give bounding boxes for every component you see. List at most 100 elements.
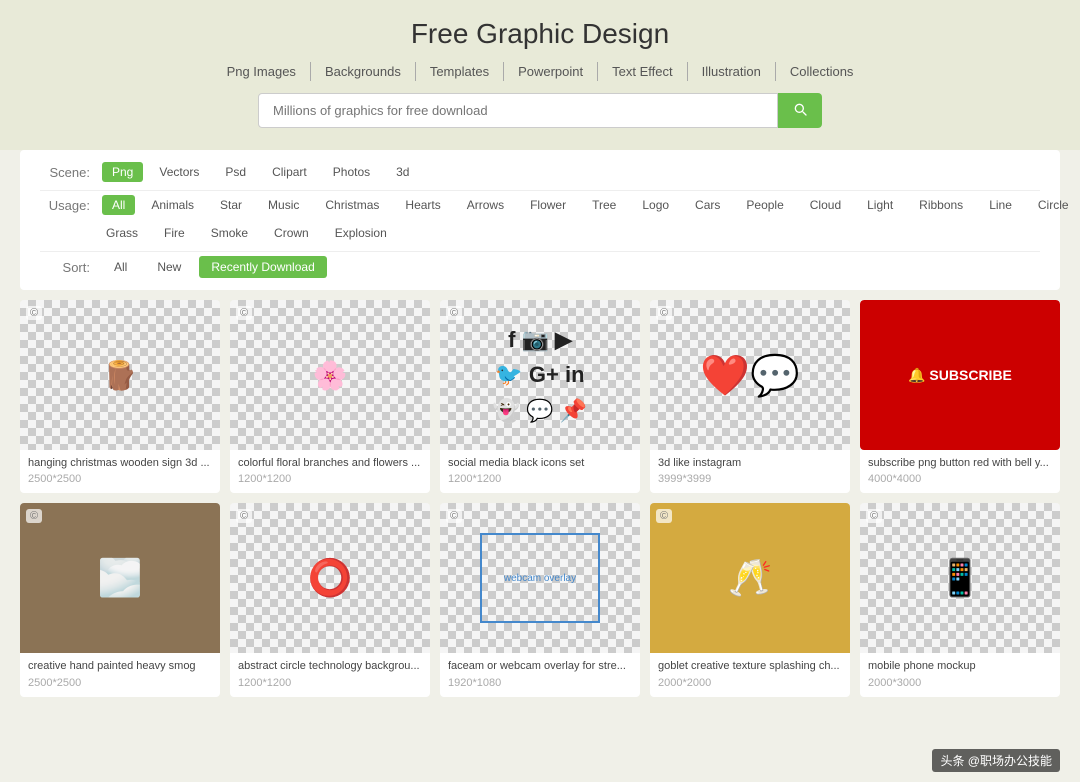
grid-item-4[interactable]: © 🔔 SUBSCRIBE subscribe png button red w… bbox=[860, 300, 1060, 493]
usage-people[interactable]: People bbox=[736, 195, 793, 215]
search-icon bbox=[792, 101, 808, 117]
item-size-0: 2500*2500 bbox=[28, 473, 212, 485]
item-title-5: creative hand painted heavy smog bbox=[28, 659, 212, 673]
grid-item-1[interactable]: © 🌸 colorful floral branches and flowers… bbox=[230, 300, 430, 493]
image-wrapper-6: © ⭕ bbox=[230, 503, 430, 653]
nav-backgrounds[interactable]: Backgrounds bbox=[311, 62, 416, 81]
item-size-8: 2000*2000 bbox=[658, 677, 842, 689]
item-size-9: 2000*3000 bbox=[868, 677, 1052, 689]
image-placeholder-9: 📱 bbox=[860, 503, 1060, 653]
image-placeholder-1: 🌸 bbox=[230, 300, 430, 450]
header: Free Graphic Design Png Images Backgroun… bbox=[0, 0, 1080, 150]
usage-hearts[interactable]: Hearts bbox=[395, 195, 450, 215]
image-placeholder-5: 🌫️ bbox=[20, 503, 220, 653]
usage-light[interactable]: Light bbox=[857, 195, 903, 215]
item-size-6: 1200*1200 bbox=[238, 677, 422, 689]
nav-text-effect[interactable]: Text Effect bbox=[598, 62, 687, 81]
search-button[interactable] bbox=[778, 93, 822, 128]
usage-cars[interactable]: Cars bbox=[685, 195, 730, 215]
nav-templates[interactable]: Templates bbox=[416, 62, 504, 81]
image-placeholder-7: webcam overlay bbox=[480, 533, 600, 623]
usage-crown[interactable]: Crown bbox=[264, 223, 319, 243]
item-title-6: abstract circle technology backgrou... bbox=[238, 659, 422, 673]
scene-png[interactable]: Png bbox=[102, 162, 143, 182]
image-wrapper-7: © webcam overlay bbox=[440, 503, 640, 653]
scene-vectors[interactable]: Vectors bbox=[149, 162, 209, 182]
image-placeholder-8: 🥂 bbox=[650, 503, 850, 653]
item-title-8: goblet creative texture splashing ch... bbox=[658, 659, 842, 673]
nav-collections[interactable]: Collections bbox=[776, 62, 868, 81]
grid-item-2[interactable]: © f 📷 ▶ 🐦 G+ in 👻 💬 📌 social media black… bbox=[440, 300, 640, 493]
grid-item-0[interactable]: © 🪵 hanging christmas wooden sign 3d ...… bbox=[20, 300, 220, 493]
copyright-badge-7: © bbox=[446, 509, 462, 523]
usage-tree[interactable]: Tree bbox=[582, 195, 626, 215]
item-size-1: 1200*1200 bbox=[238, 473, 422, 485]
image-wrapper-4: © 🔔 SUBSCRIBE bbox=[860, 300, 1060, 450]
usage-line[interactable]: Line bbox=[979, 195, 1022, 215]
watermark: 头条 @职场办公技能 bbox=[932, 749, 1060, 772]
page-title: Free Graphic Design bbox=[0, 18, 1080, 50]
sort-recently-download[interactable]: Recently Download bbox=[199, 256, 326, 278]
image-wrapper-8: © 🥂 bbox=[650, 503, 850, 653]
image-placeholder-4: 🔔 SUBSCRIBE bbox=[860, 300, 1060, 450]
usage-animals[interactable]: Animals bbox=[141, 195, 204, 215]
image-wrapper-9: © 📱 bbox=[860, 503, 1060, 653]
grid-item-6[interactable]: © ⭕ abstract circle technology backgrou.… bbox=[230, 503, 430, 696]
item-size-5: 2500*2500 bbox=[28, 677, 212, 689]
image-placeholder-3: ❤️💬 bbox=[650, 300, 850, 450]
usage-circle[interactable]: Circle bbox=[1028, 195, 1079, 215]
item-size-3: 3999*3999 bbox=[658, 473, 842, 485]
usage-christmas[interactable]: Christmas bbox=[315, 195, 389, 215]
usage-cloud[interactable]: Cloud bbox=[800, 195, 851, 215]
usage-music[interactable]: Music bbox=[258, 195, 309, 215]
nav-powerpoint[interactable]: Powerpoint bbox=[504, 62, 598, 81]
image-placeholder-6: ⭕ bbox=[230, 503, 430, 653]
sort-label: Sort: bbox=[40, 260, 90, 275]
item-title-1: colorful floral branches and flowers ... bbox=[238, 456, 422, 470]
image-wrapper-1: © 🌸 bbox=[230, 300, 430, 450]
grid-item-5[interactable]: © 🌫️ creative hand painted heavy smog 25… bbox=[20, 503, 220, 696]
usage-ribbons[interactable]: Ribbons bbox=[909, 195, 973, 215]
usage-label: Usage: bbox=[40, 198, 90, 213]
usage-explosion[interactable]: Explosion bbox=[325, 223, 397, 243]
scene-row: Scene: Png Vectors Psd Clipart Photos 3d bbox=[40, 162, 1040, 182]
usage-logo[interactable]: Logo bbox=[632, 195, 679, 215]
main-nav: Png Images Backgrounds Templates Powerpo… bbox=[0, 62, 1080, 81]
usage-grass[interactable]: Grass bbox=[96, 223, 148, 243]
usage-all[interactable]: All bbox=[102, 195, 135, 215]
item-title-3: 3d like instagram bbox=[658, 456, 842, 470]
nav-png-images[interactable]: Png Images bbox=[213, 62, 311, 81]
search-bar bbox=[0, 93, 1080, 128]
image-wrapper-0: © 🪵 bbox=[20, 300, 220, 450]
item-title-7: faceam or webcam overlay for stre... bbox=[448, 659, 632, 673]
usage-star[interactable]: Star bbox=[210, 195, 252, 215]
item-title-4: subscribe png button red with bell y... bbox=[868, 456, 1052, 470]
divider-1 bbox=[40, 190, 1040, 191]
grid-item-3[interactable]: © ❤️💬 3d like instagram 3999*3999 bbox=[650, 300, 850, 493]
item-size-4: 4000*4000 bbox=[868, 473, 1052, 485]
scene-clipart[interactable]: Clipart bbox=[262, 162, 317, 182]
usage-smoke[interactable]: Smoke bbox=[201, 223, 258, 243]
scene-psd[interactable]: Psd bbox=[215, 162, 256, 182]
grid-item-9[interactable]: © 📱 mobile phone mockup 2000*3000 bbox=[860, 503, 1060, 696]
usage-row-2: Grass Fire Smoke Crown Explosion bbox=[40, 223, 1040, 243]
scene-3d[interactable]: 3d bbox=[386, 162, 419, 182]
image-placeholder-0: 🪵 bbox=[20, 300, 220, 450]
usage-arrows[interactable]: Arrows bbox=[457, 195, 514, 215]
grid-item-8[interactable]: © 🥂 goblet creative texture splashing ch… bbox=[650, 503, 850, 696]
image-grid: © 🪵 hanging christmas wooden sign 3d ...… bbox=[20, 300, 1060, 697]
sort-all[interactable]: All bbox=[102, 256, 139, 278]
item-title-2: social media black icons set bbox=[448, 456, 632, 470]
sort-row: Sort: All New Recently Download bbox=[40, 256, 1040, 278]
nav-illustration[interactable]: Illustration bbox=[688, 62, 776, 81]
search-input[interactable] bbox=[258, 93, 778, 128]
image-wrapper-5: © 🌫️ bbox=[20, 503, 220, 653]
image-wrapper-2: © f 📷 ▶ 🐦 G+ in 👻 💬 📌 bbox=[440, 300, 640, 450]
usage-fire[interactable]: Fire bbox=[154, 223, 195, 243]
scene-photos[interactable]: Photos bbox=[323, 162, 380, 182]
item-size-7: 1920*1080 bbox=[448, 677, 632, 689]
grid-item-7[interactable]: © webcam overlay faceam or webcam overla… bbox=[440, 503, 640, 696]
item-title-0: hanging christmas wooden sign 3d ... bbox=[28, 456, 212, 470]
sort-new[interactable]: New bbox=[145, 256, 193, 278]
usage-flower[interactable]: Flower bbox=[520, 195, 576, 215]
